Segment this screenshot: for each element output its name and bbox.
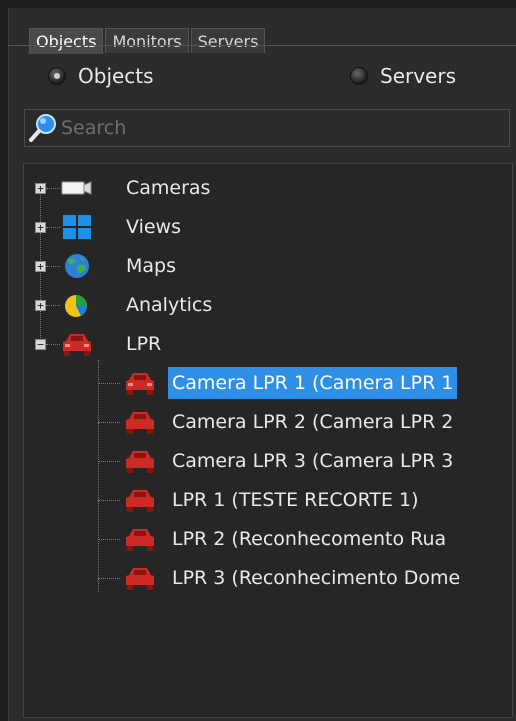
tree-connector: [98, 578, 120, 579]
car-icon: [126, 412, 154, 434]
tree-connector: [98, 539, 120, 540]
tree-item-lpr-2[interactable]: LPR 2 (Reconhecomento Rua: [168, 521, 450, 557]
tree-lpr-connector: [98, 360, 99, 592]
tree-item-label: Views: [126, 216, 181, 238]
car-icon: [126, 529, 154, 551]
expand-toggle-views[interactable]: +: [35, 222, 46, 233]
tree-item-label: Camera LPR 1 (Camera LPR 1: [168, 367, 458, 399]
tree-item-label: Maps: [126, 255, 176, 277]
tree-connector: [46, 188, 60, 189]
tree-item-label: LPR: [126, 333, 162, 355]
tree-item-lpr-1[interactable]: LPR 1 (TESTE RECORTE 1): [168, 482, 423, 518]
car-icon: [126, 451, 154, 473]
tree-item-lpr[interactable]: LPR: [122, 326, 165, 362]
tree-item-label: Analytics: [126, 294, 213, 316]
search-box[interactable]: [24, 109, 510, 147]
car-icon: [126, 490, 154, 512]
search-input[interactable]: [59, 117, 483, 139]
object-tree: + Cameras + Views + Maps + Analytics − L…: [23, 163, 513, 718]
tree-item-label: LPR 3 (Reconhecimento Dome: [172, 567, 461, 589]
tree-connector: [98, 461, 120, 462]
radio-servers-label: Servers: [380, 64, 457, 88]
tree-connector: [46, 227, 60, 228]
pie-chart-icon: [65, 295, 88, 317]
collapse-toggle-lpr[interactable]: −: [35, 339, 46, 350]
tree-item-maps[interactable]: Maps: [122, 248, 180, 284]
radio-objects-label: Objects: [78, 64, 154, 88]
tree-item-views[interactable]: Views: [122, 209, 185, 245]
search-icon: [29, 114, 56, 142]
tree-connector: [46, 305, 60, 306]
tree-item-label: Camera LPR 2 (Camera LPR 2: [172, 411, 454, 433]
tree-connector: [98, 383, 120, 384]
tree-item-label: Camera LPR 3 (Camera LPR 3: [172, 450, 454, 472]
tab-objects[interactable]: Objects: [29, 28, 104, 54]
tree-item-label: Cameras: [126, 177, 211, 199]
tree-item-analytics[interactable]: Analytics: [122, 287, 216, 323]
tree-connector: [46, 266, 60, 267]
camera-icon: [61, 181, 92, 195]
car-icon: [126, 373, 154, 395]
tree-item-camera-lpr-2[interactable]: Camera LPR 2 (Camera LPR 2: [168, 404, 457, 440]
tab-monitors[interactable]: Monitors: [105, 28, 189, 53]
tree-item-cameras[interactable]: Cameras: [122, 170, 214, 206]
tree-connector: [98, 500, 120, 501]
globe-icon: [65, 254, 89, 278]
tab-strip-divider: [8, 45, 516, 46]
tab-servers[interactable]: Servers: [190, 28, 266, 53]
tree-item-label: LPR 2 (Reconhecomento Rua: [172, 528, 447, 550]
radio-objects[interactable]: Objects: [48, 64, 154, 88]
expand-toggle-maps[interactable]: +: [35, 261, 46, 272]
tree-connector: [98, 422, 120, 423]
car-icon: [63, 334, 91, 356]
expand-toggle-analytics[interactable]: +: [35, 300, 46, 311]
tree-item-lpr-3[interactable]: LPR 3 (Reconhecimento Dome: [168, 560, 464, 596]
tree-connector: [46, 344, 60, 345]
radio-servers[interactable]: Servers: [350, 64, 456, 88]
tree-item-camera-lpr-3[interactable]: Camera LPR 3 (Camera LPR 3: [168, 443, 457, 479]
view-mode-radio-group: Objects Servers: [20, 58, 506, 92]
radio-objects-indicator[interactable]: [48, 67, 66, 85]
expand-toggle-cameras[interactable]: +: [35, 183, 46, 194]
radio-servers-indicator[interactable]: [350, 67, 368, 85]
views-grid-icon: [63, 215, 91, 239]
tree-item-label: LPR 1 (TESTE RECORTE 1): [172, 489, 419, 511]
tree-item-camera-lpr-1[interactable]: Camera LPR 1 (Camera LPR 1: [168, 365, 458, 401]
tab-bar: Objects Monitors Servers: [29, 28, 267, 54]
car-icon: [126, 568, 154, 590]
